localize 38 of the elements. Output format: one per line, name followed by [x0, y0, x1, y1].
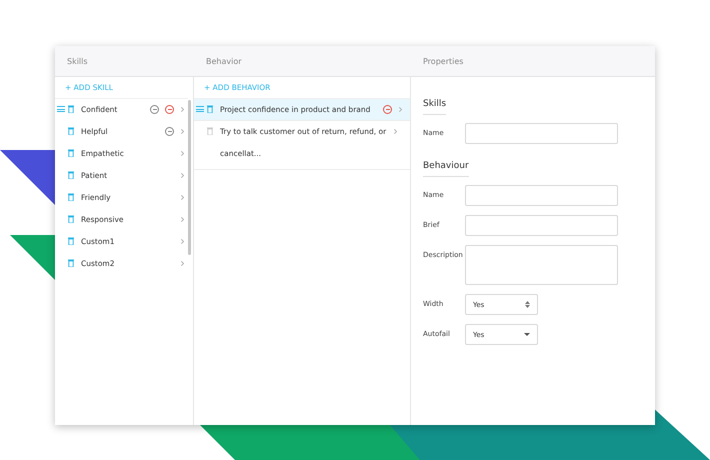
section-title: Skills	[423, 99, 446, 115]
chevron-icon[interactable]	[181, 261, 184, 266]
trash-icon[interactable]	[68, 149, 74, 157]
description-field[interactable]	[465, 245, 618, 285]
scrollbar[interactable]	[188, 100, 191, 255]
chevron-icon[interactable]	[181, 129, 184, 134]
minus-circle-icon[interactable]	[165, 127, 174, 136]
drag-handle-icon[interactable]	[57, 106, 65, 112]
trash-icon[interactable]	[68, 127, 74, 135]
drag-handle-icon[interactable]	[196, 106, 204, 112]
input-field[interactable]	[465, 185, 618, 206]
minus-circle-icon[interactable]	[150, 105, 159, 114]
alert-icon[interactable]	[383, 105, 392, 114]
chevron-icon[interactable]	[181, 151, 184, 156]
trash-icon[interactable]	[68, 259, 74, 267]
column-header: Behavior	[206, 56, 242, 66]
chevron-icon[interactable]	[181, 195, 184, 200]
column-header: Skills	[67, 56, 88, 66]
trash-icon[interactable]	[207, 105, 213, 113]
trash-icon[interactable]	[68, 215, 74, 223]
trash-icon[interactable]	[68, 105, 74, 113]
chevron-icon[interactable]	[181, 173, 184, 178]
decor-triangle	[0, 150, 55, 205]
chevron-icon[interactable]	[399, 107, 402, 112]
decor-triangle	[10, 235, 55, 280]
trash-icon[interactable]	[68, 171, 74, 179]
trash-icon[interactable]	[68, 237, 74, 245]
caret-icon[interactable]	[524, 333, 530, 336]
chevron-icon[interactable]	[181, 239, 184, 244]
section-title: Behaviour	[423, 161, 469, 177]
chevron-icon[interactable]	[181, 107, 184, 112]
column-header: Properties	[423, 56, 464, 66]
chevron-icon[interactable]	[181, 217, 184, 222]
stepper-icon[interactable]	[525, 301, 530, 308]
alert-icon[interactable]	[165, 105, 174, 114]
trash-icon[interactable]	[68, 193, 74, 201]
input-field[interactable]	[465, 123, 618, 144]
input-field[interactable]	[465, 215, 618, 236]
